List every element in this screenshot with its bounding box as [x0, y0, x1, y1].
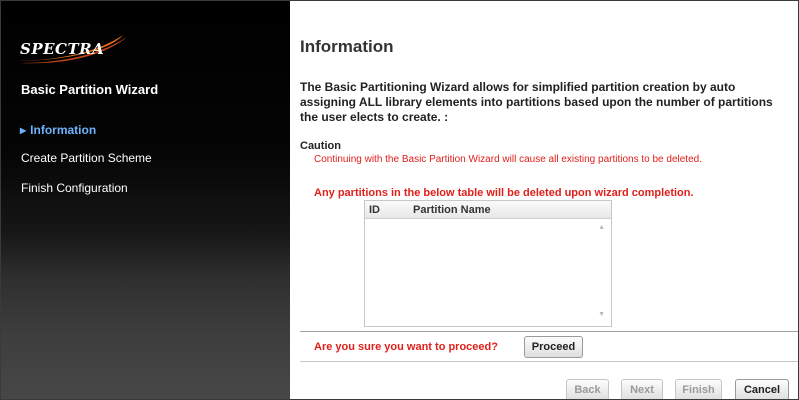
page-title: Information — [300, 37, 394, 56]
proceed-button[interactable]: Proceed — [524, 336, 583, 358]
finish-button[interactable]: Finish — [675, 379, 722, 399]
nav-item-label: Information — [30, 123, 97, 137]
caution-label: Caution — [300, 140, 341, 152]
back-button[interactable]: Back — [566, 379, 609, 399]
nav-item-finish-configuration[interactable]: Finish Configuration — [21, 181, 128, 195]
logo-text: SPECTRA — [20, 40, 105, 58]
main-content: Information The Basic Partitioning Wizar… — [290, 1, 798, 399]
divider — [300, 331, 798, 332]
column-header-partition-name[interactable]: Partition Name — [413, 204, 491, 216]
caution-text: Continuing with the Basic Partition Wiza… — [314, 154, 702, 165]
intro-text: The Basic Partitioning Wizard allows for… — [300, 80, 773, 124]
nav-item-label: Finish Configuration — [21, 181, 128, 195]
wizard-title: Basic Partition Wizard — [21, 82, 159, 97]
next-button[interactable]: Next — [621, 379, 663, 399]
cancel-button[interactable]: Cancel — [735, 379, 789, 399]
divider — [300, 361, 798, 362]
column-header-id[interactable]: ID — [369, 204, 380, 216]
table-header: ID Partition Name — [365, 201, 611, 219]
scroll-down-icon[interactable]: ▼ — [598, 311, 605, 318]
proceed-question: Are you sure you want to proceed? — [314, 341, 498, 353]
nav-item-create-partition-scheme[interactable]: Create Partition Scheme — [21, 151, 152, 165]
wizard-window: SPECTRA Basic Partition Wizard ▶ Informat… — [0, 0, 799, 400]
triangle-right-icon: ▶ — [20, 126, 27, 135]
scroll-up-icon[interactable]: ▲ — [598, 224, 605, 231]
deletion-warning: Any partitions in the below table will b… — [314, 187, 694, 199]
spectra-logo: SPECTRA — [11, 31, 131, 65]
sidebar: SPECTRA Basic Partition Wizard ▶ Informat… — [1, 1, 290, 399]
nav-item-label: Create Partition Scheme — [21, 151, 152, 165]
partition-table[interactable]: ID Partition Name ▲ ▼ — [364, 200, 612, 327]
nav-item-information[interactable]: ▶ Information — [20, 123, 96, 137]
